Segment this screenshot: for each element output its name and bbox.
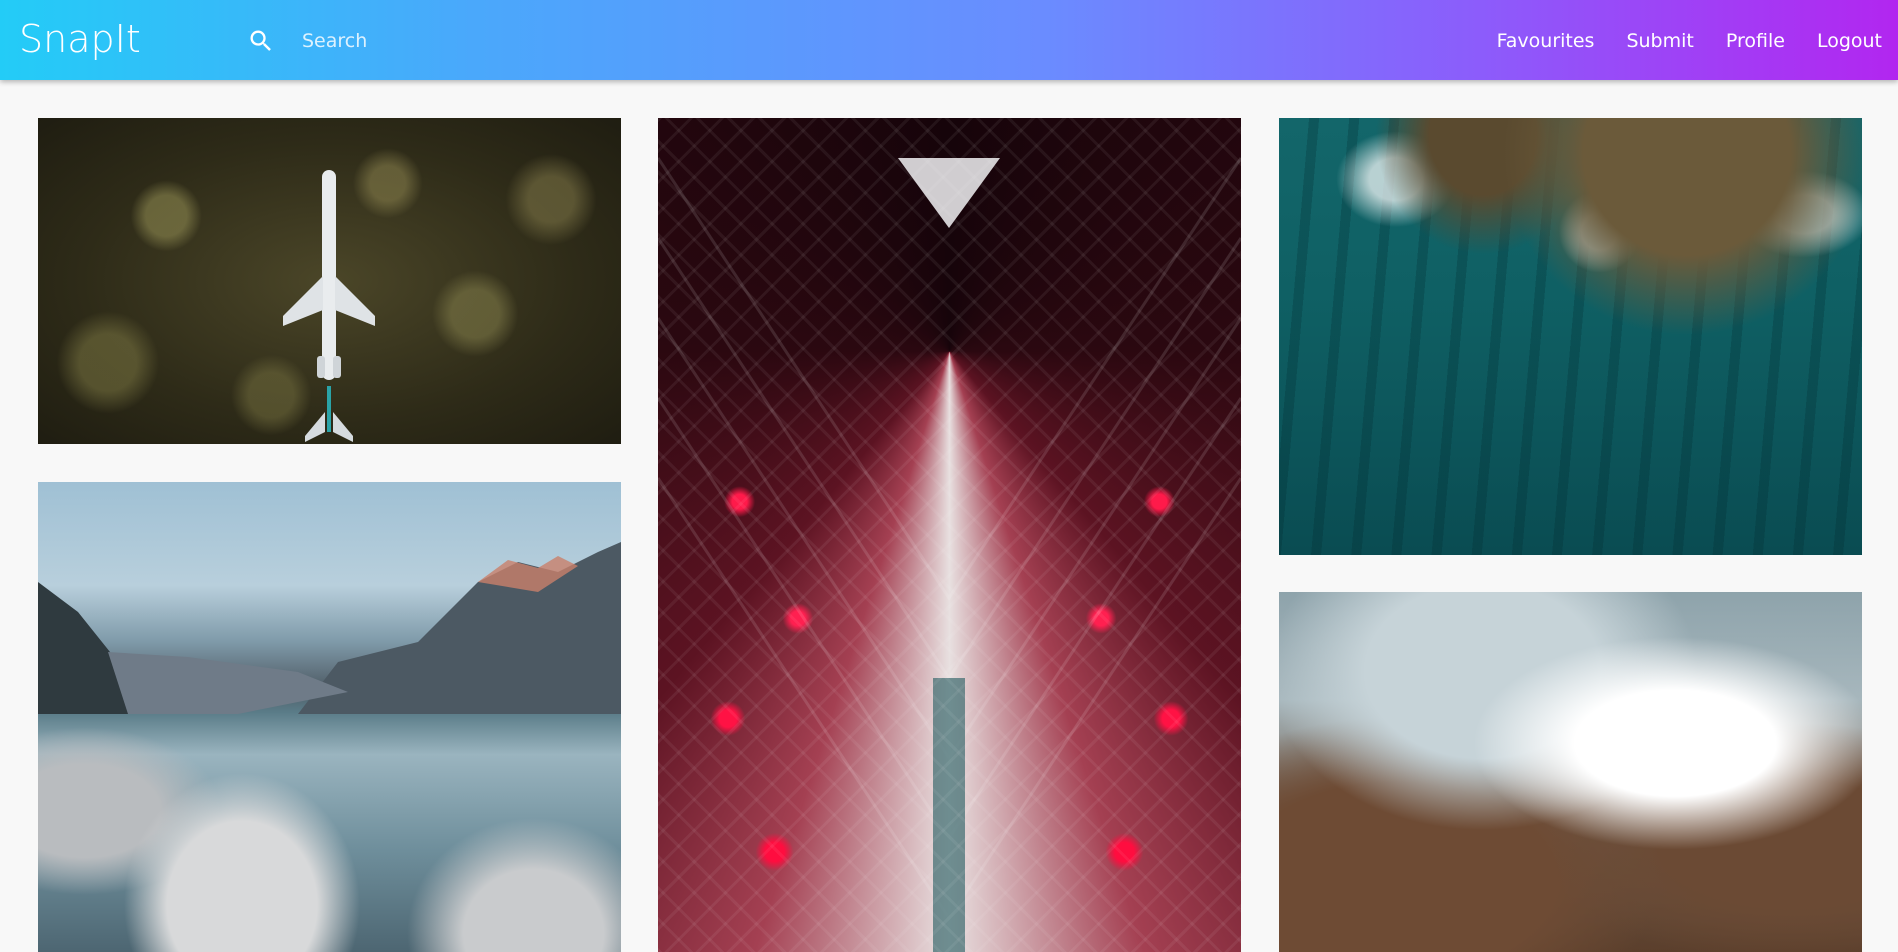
photo-lake-mountains[interactable] [38,482,621,952]
search-icon[interactable] [247,27,275,55]
mountain-illustration [38,542,621,714]
building-illustration [658,157,1241,952]
airplane-illustration [283,170,375,442]
photo-red-building[interactable] [658,118,1241,952]
nav-submit-link[interactable]: Submit [1626,27,1693,55]
photo-airplane-forest[interactable] [38,118,621,444]
photo-waterfall[interactable] [1279,592,1862,952]
top-nav: Favourites Submit Profile Logout [1465,27,1882,55]
nav-favourites-link[interactable]: Favourites [1497,27,1595,55]
photo-ocean-aerial[interactable] [1279,118,1862,555]
search-input[interactable] [298,24,726,58]
app-title[interactable]: SnapIt [19,17,141,61]
app-bar: SnapIt Favourites Submit Profile Logout [0,0,1898,80]
nav-logout-link[interactable]: Logout [1817,27,1882,55]
nav-profile-link[interactable]: Profile [1726,27,1785,55]
